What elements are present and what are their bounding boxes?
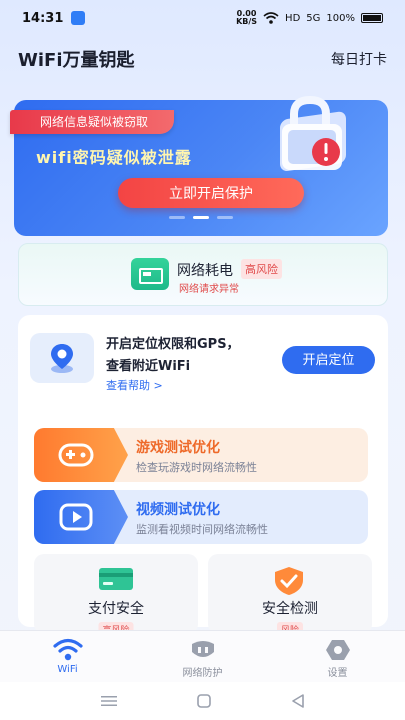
video-optimize-title: 视频测试优化 bbox=[136, 502, 220, 518]
pagination-dot[interactable] bbox=[169, 216, 185, 219]
payment-security-tile[interactable]: 支付安全 高风险 bbox=[34, 554, 198, 637]
network-speed: 0.00 KB/S bbox=[236, 9, 258, 26]
shield-check-icon bbox=[275, 567, 303, 595]
payment-security-title: 支付安全 bbox=[88, 601, 144, 617]
video-icon-wrap bbox=[34, 490, 128, 544]
alert-title: 网络耗电 bbox=[177, 263, 233, 279]
shield-icon bbox=[191, 641, 214, 657]
app-header: WiFi万量钥匙 每日打卡 bbox=[18, 44, 387, 74]
game-icon-wrap bbox=[34, 428, 128, 482]
view-help-link[interactable]: 查看帮助 > bbox=[106, 377, 163, 393]
security-check-tile[interactable]: 安全检测 风险 bbox=[208, 554, 372, 637]
battery-percent: 100% bbox=[326, 12, 355, 24]
wifi-icon bbox=[52, 638, 83, 661]
wifi-status-icon bbox=[263, 12, 279, 24]
battery-alert-icon bbox=[131, 258, 169, 290]
status-bar: 14:31 0.00 KB/S HD 5G 100% bbox=[0, 0, 405, 36]
network-type: HD bbox=[285, 12, 301, 24]
status-time: 14:31 bbox=[22, 10, 64, 26]
security-check-title: 安全检测 bbox=[262, 601, 318, 617]
security-banner[interactable]: 网络信息疑似被窃取 wifi密码疑似被泄露 立即开启保护 bbox=[10, 95, 388, 236]
nav-label-settings: 设置 bbox=[327, 668, 348, 679]
location-icon-box bbox=[30, 333, 94, 383]
nav-item-protection[interactable]: 网络防护 bbox=[135, 631, 270, 682]
video-optimize-subtitle: 监测看视频时间网络流畅性 bbox=[136, 523, 268, 536]
location-pin-icon bbox=[51, 344, 73, 373]
back-icon[interactable] bbox=[291, 694, 305, 708]
daily-checkin-button[interactable]: 每日打卡 bbox=[331, 49, 387, 69]
pagination-dot[interactable] bbox=[217, 216, 233, 219]
game-optimize-card[interactable]: 游戏测试优化 检查玩游戏时网络流畅性 bbox=[34, 428, 368, 482]
bottom-navigation: WiFi 网络防护 设置 bbox=[0, 630, 405, 682]
enable-location-button[interactable]: 开启定位 bbox=[282, 346, 375, 374]
app-title: WiFi万量钥匙 bbox=[18, 50, 135, 71]
card-icon bbox=[99, 568, 133, 590]
risk-badge: 高风险 bbox=[241, 259, 282, 279]
pagination-dot-active[interactable] bbox=[193, 216, 209, 219]
banner-headline: wifi密码疑似被泄露 bbox=[36, 148, 192, 167]
play-icon bbox=[59, 503, 93, 531]
nav-item-wifi[interactable]: WiFi bbox=[0, 631, 135, 682]
banner-ribbon: 网络信息疑似被窃取 bbox=[10, 110, 175, 134]
signal-type: 5G bbox=[306, 12, 321, 24]
status-indicators: 0.00 KB/S HD 5G 100% bbox=[236, 10, 383, 26]
alert-subtitle: 网络请求异常 bbox=[179, 284, 239, 295]
location-prompt-line2: 查看附近WiFi bbox=[106, 359, 191, 374]
menu-icon[interactable] bbox=[100, 695, 117, 707]
game-optimize-subtitle: 检查玩游戏时网络流畅性 bbox=[136, 461, 257, 474]
nav-label-protection: 网络防护 bbox=[182, 668, 223, 679]
game-optimize-title: 游戏测试优化 bbox=[136, 440, 220, 456]
system-navigation-bar bbox=[0, 682, 405, 720]
features-card: 开启定位权限和GPS， 查看附近WiFi 查看帮助 > 开启定位 游戏测试优化 … bbox=[18, 315, 388, 637]
location-prompt-line1: 开启定位权限和GPS， bbox=[106, 337, 240, 352]
banner-pagination bbox=[14, 216, 388, 219]
nav-item-settings[interactable]: 设置 bbox=[270, 631, 405, 682]
nav-label-wifi: WiFi bbox=[57, 664, 78, 675]
settings-icon bbox=[325, 640, 350, 660]
video-optimize-card[interactable]: 视频测试优化 监测看视频时间网络流畅性 bbox=[34, 490, 368, 544]
power-drain-alert[interactable]: 网络耗电 高风险 网络请求异常 bbox=[18, 243, 388, 306]
app-notification-icon bbox=[71, 11, 86, 25]
gamepad-icon bbox=[58, 443, 94, 467]
battery-icon bbox=[361, 13, 383, 23]
home-icon[interactable] bbox=[196, 694, 211, 708]
lock-warning-icon bbox=[280, 95, 346, 171]
